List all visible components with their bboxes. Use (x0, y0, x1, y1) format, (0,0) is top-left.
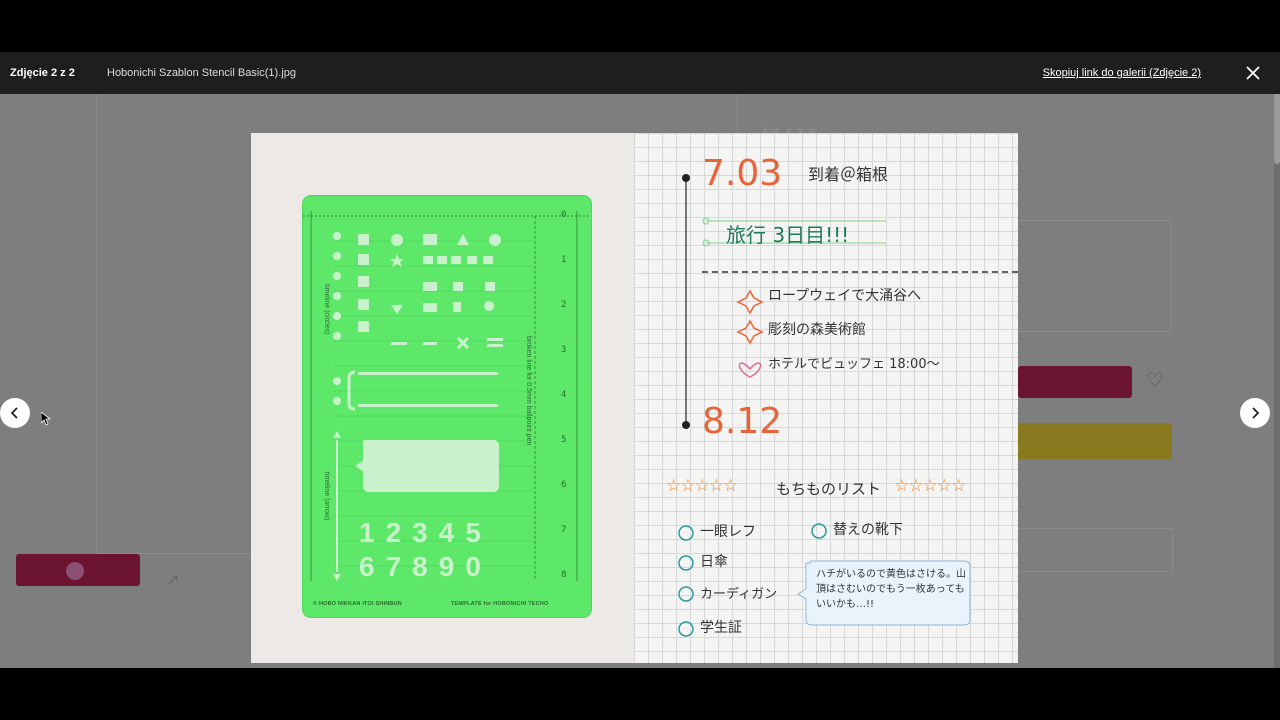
share-icon: ↗ (166, 572, 180, 589)
journal-trip-banner: 旅行 3日目!!! (726, 223, 850, 247)
add-to-cart-button (1018, 366, 1132, 398)
ruler-mark-7: 7 (561, 525, 567, 535)
list-item-socks: 替えの靴下 (833, 522, 903, 538)
next-photo-button[interactable] (1240, 398, 1270, 428)
close-icon[interactable] (1244, 64, 1262, 82)
wishlist-heart-icon: ♡ (1146, 370, 1164, 392)
previous-photo-button[interactable] (0, 398, 30, 428)
list-item-cardigan: カーディガン (700, 587, 778, 602)
ruler-mark-3: 3 (561, 345, 567, 355)
journal-plan-3: ホテルでビュッフェ 18:00〜 (768, 357, 940, 372)
chevron-right-icon (1252, 407, 1260, 419)
list-item-camera: 一眼レフ (700, 524, 756, 540)
letterbox-top (0, 0, 1280, 52)
chevron-left-icon (10, 407, 18, 419)
journal-date-1: 7.03 (702, 153, 783, 194)
lightbox-header: Zdjęcie 2 z 2 Hobonichi Szablon Stencil … (0, 52, 1280, 94)
stencil-template: 0 1 2 3 4 5 6 7 8 timeline (circles) tim… (303, 196, 591, 617)
ruler-mark-6: 6 (561, 480, 567, 490)
journal-plan-2: 彫刻の森美術館 (768, 322, 866, 338)
journal-note: ハチがいるので黄色はさける。山頂はさむいのでもう一枚あってもいいかも…!! (816, 569, 966, 610)
letterbox-bottom (0, 668, 1280, 720)
ruler-mark-8: 8 (561, 570, 567, 580)
stencil-digits: 12345 67890 (359, 517, 492, 582)
stars-left: ☆☆☆☆☆ (666, 476, 738, 496)
journal-page: 7.03 到着＠箱根 旅行 3日目!!! ロープウェイで大涌谷へ 彫刻の森美術館… (634, 133, 1018, 663)
copy-gallery-link[interactable]: Skopiuj link do galerii (Zdjęcie 2) (1043, 52, 1201, 94)
photo-filename: Hobonichi Szablon Stencil Basic(1).jpg (107, 67, 296, 79)
quick-pay-button (1018, 423, 1172, 459)
stencil-template-label: TEMPLATE for HOBONICHI TECHO (451, 601, 549, 607)
mouse-cursor-icon (41, 412, 51, 426)
ruler-mark-4: 4 (561, 390, 567, 400)
variant-box (1018, 220, 1171, 332)
label-broken-line: broken line for 0.5mm ballpoint pen (525, 336, 532, 446)
ruler-mark-5: 5 (561, 435, 567, 445)
photo-left-half: 0 1 2 3 4 5 6 7 8 timeline (circles) tim… (251, 133, 634, 663)
journal-date-2: 8.12 (702, 401, 783, 442)
availability-box (1018, 528, 1173, 572)
label-timeline-circles: timeline (circles) (323, 284, 330, 335)
ruler-mark-1: 1 (561, 255, 567, 265)
gallery-photo: 0 1 2 3 4 5 6 7 8 timeline (circles) tim… (251, 133, 1018, 663)
journal-plan-1: ロープウェイで大涌谷へ (768, 288, 922, 304)
stars-right: ☆☆☆☆☆ (894, 476, 966, 496)
video-button (16, 554, 140, 586)
journal-list-title: もちものリスト (776, 480, 882, 498)
photo-counter: Zdjęcie 2 z 2 (10, 67, 75, 79)
journal-arrival: 到着＠箱根 (808, 165, 889, 184)
label-timeline-arrow: timeline (arrow) (323, 472, 330, 521)
list-item-parasol: 日傘 (700, 554, 728, 570)
stencil-copyright: © HOBO NIKKAN ITOI SHINBUN (313, 601, 402, 607)
list-item-student-id: 学生証 (700, 620, 742, 636)
ruler-mark-0: 0 (561, 210, 567, 220)
ruler-mark-2: 2 (561, 300, 567, 310)
